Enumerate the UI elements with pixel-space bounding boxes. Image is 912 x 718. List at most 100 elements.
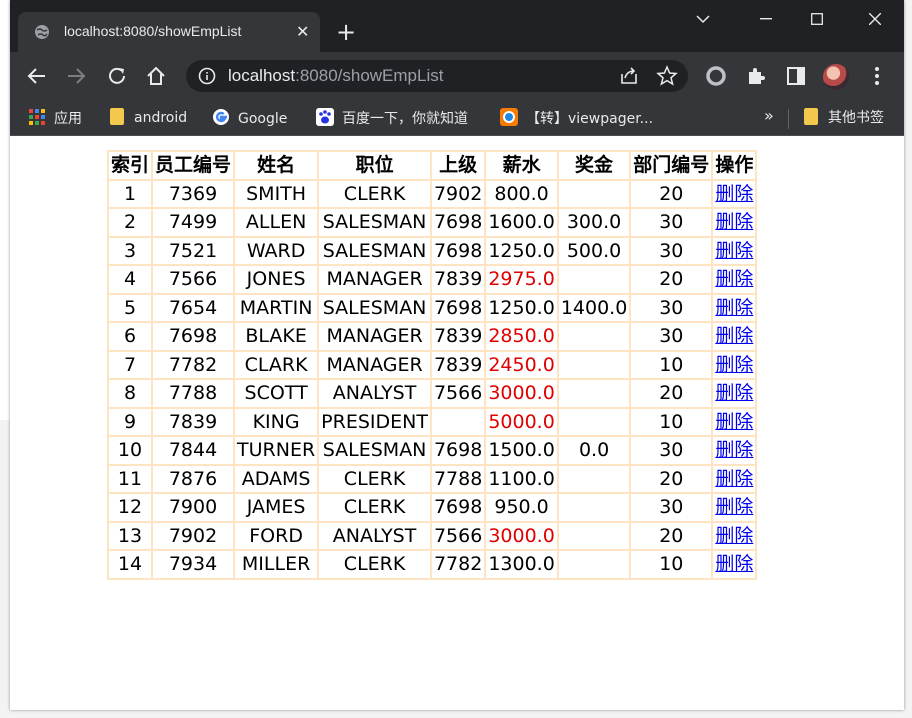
bookmark-android[interactable]: android [110, 108, 187, 128]
delete-link[interactable]: 删除 [715, 297, 753, 319]
browser-toolbar: localhost:8080/showEmpList [10, 52, 904, 100]
cell-deptno: 30 [629, 292, 714, 323]
table-row: 12 7900 JAMES CLERK 7698 950.0 30 删除 [106, 492, 758, 523]
cell-job: CLERK [317, 178, 432, 209]
tab-close-icon[interactable]: ✕ [296, 22, 309, 42]
cell-salary: 1250.0 [484, 235, 559, 266]
bookmark-apps-label: 应用 [54, 111, 82, 127]
cell-action: 删除 [711, 235, 758, 266]
address-bar[interactable]: localhost:8080/showEmpList [186, 60, 688, 92]
delete-link[interactable]: 删除 [715, 439, 753, 461]
cell-name: WARD [233, 235, 320, 266]
cell-index: 13 [106, 520, 154, 551]
cell-bonus [556, 520, 632, 551]
new-tab-button[interactable]: + [336, 20, 356, 44]
bookmark-star-icon[interactable] [656, 65, 678, 87]
cell-action: 删除 [711, 378, 758, 409]
page-content: 索引 员工编号 姓名 职位 上级 薪水 奖金 部门编号 操作 1 7369 SMIT… [10, 137, 904, 710]
extension-circle-icon[interactable] [705, 65, 727, 87]
active-tab[interactable]: localhost:8080/showEmpList ✕ [18, 12, 320, 52]
cell-deptno: 10 [629, 349, 714, 380]
cell-name: CLARK [233, 349, 320, 380]
browser-window: localhost:8080/showEmpList ✕ + localhost… [10, 0, 904, 710]
table-row: 5 7654 MARTIN SALESMAN 7698 1250.0 1400.0 30 删除 [106, 292, 758, 323]
side-panel-icon[interactable] [785, 65, 807, 87]
maximize-icon[interactable] [811, 13, 823, 25]
cell-name: JONES [233, 264, 320, 295]
cell-empno: 7782 [151, 349, 236, 380]
cell-salary: 1300.0 [484, 549, 559, 580]
bookmark-baidu[interactable]: 百度一下，你就知道 [316, 108, 468, 128]
cell-job: ANALYST [317, 378, 432, 409]
cell-salary: 1250.0 [484, 292, 559, 323]
delete-link[interactable]: 删除 [715, 211, 753, 233]
delete-link[interactable]: 删除 [715, 183, 753, 205]
table-row: 4 7566 JONES MANAGER 7839 2975.0 20 删除 [106, 264, 758, 295]
cell-manager: 7788 [429, 463, 487, 494]
cell-empno: 7900 [151, 492, 236, 523]
profile-avatar[interactable] [823, 64, 849, 90]
globe-icon [35, 25, 49, 39]
cell-manager [429, 406, 487, 437]
delete-link[interactable]: 删除 [715, 382, 753, 404]
delete-link[interactable]: 删除 [715, 240, 753, 262]
cell-manager: 7902 [429, 178, 487, 209]
reload-icon[interactable] [106, 65, 128, 87]
cell-name: JAMES [233, 492, 320, 523]
delete-link[interactable]: 删除 [715, 268, 753, 290]
cell-bonus [556, 463, 632, 494]
site-favicon-icon [500, 108, 518, 126]
forward-arrow-icon[interactable] [65, 65, 87, 87]
cell-action: 删除 [711, 207, 758, 238]
cell-index: 12 [106, 492, 154, 523]
cell-action: 删除 [711, 492, 758, 523]
table-row: 8 7788 SCOTT ANALYST 7566 3000.0 20 删除 [106, 378, 758, 409]
cell-deptno: 30 [629, 492, 714, 523]
cell-name: SCOTT [233, 378, 320, 409]
extensions-puzzle-icon[interactable] [745, 65, 767, 87]
cell-action: 删除 [711, 406, 758, 437]
bookmark-apps[interactable]: 应用 [28, 108, 82, 128]
cell-index: 10 [106, 435, 154, 466]
minimize-icon[interactable] [760, 18, 772, 20]
delete-link[interactable]: 删除 [715, 553, 753, 575]
bookmark-google[interactable]: Google [212, 108, 287, 128]
col-header-empno: 员工编号 [151, 150, 236, 181]
bookmark-other-label: 其他书签 [828, 110, 884, 126]
menu-dots-icon[interactable] [866, 65, 888, 87]
delete-link[interactable]: 删除 [715, 411, 753, 433]
folder-icon [804, 108, 818, 125]
cell-bonus [556, 406, 632, 437]
col-header-manager: 上级 [429, 150, 487, 181]
cell-deptno: 30 [629, 235, 714, 266]
tab-search-chevron-icon[interactable] [696, 14, 710, 24]
url-text[interactable]: localhost:8080/showEmpList [228, 66, 443, 86]
cell-bonus: 0.0 [556, 435, 632, 466]
share-icon[interactable] [618, 65, 640, 87]
cell-index: 14 [106, 549, 154, 580]
cell-job: SALESMAN [317, 207, 432, 238]
back-arrow-icon[interactable] [26, 65, 48, 87]
tab-strip: localhost:8080/showEmpList ✕ + [10, 0, 904, 52]
home-icon[interactable] [145, 65, 167, 87]
delete-link[interactable]: 删除 [715, 354, 753, 376]
delete-link[interactable]: 删除 [715, 525, 753, 547]
cell-index: 5 [106, 292, 154, 323]
cell-name: FORD [233, 520, 320, 551]
cell-job: SALESMAN [317, 235, 432, 266]
cell-manager: 7698 [429, 292, 487, 323]
bookmarks-overflow-chevron[interactable]: » [764, 106, 774, 125]
cell-manager: 7566 [429, 378, 487, 409]
window-close-icon[interactable] [869, 13, 881, 25]
delete-link[interactable]: 删除 [715, 496, 753, 518]
delete-link[interactable]: 删除 [715, 468, 753, 490]
cell-bonus [556, 492, 632, 523]
bookmark-viewpager[interactable]: 【转】viewpager... [500, 108, 653, 128]
cell-manager: 7566 [429, 520, 487, 551]
cell-action: 删除 [711, 178, 758, 209]
cell-index: 7 [106, 349, 154, 380]
cell-empno: 7876 [151, 463, 236, 494]
bookmark-other[interactable]: 其他书签 [804, 108, 884, 128]
site-info-icon[interactable] [198, 67, 216, 85]
delete-link[interactable]: 删除 [715, 325, 753, 347]
